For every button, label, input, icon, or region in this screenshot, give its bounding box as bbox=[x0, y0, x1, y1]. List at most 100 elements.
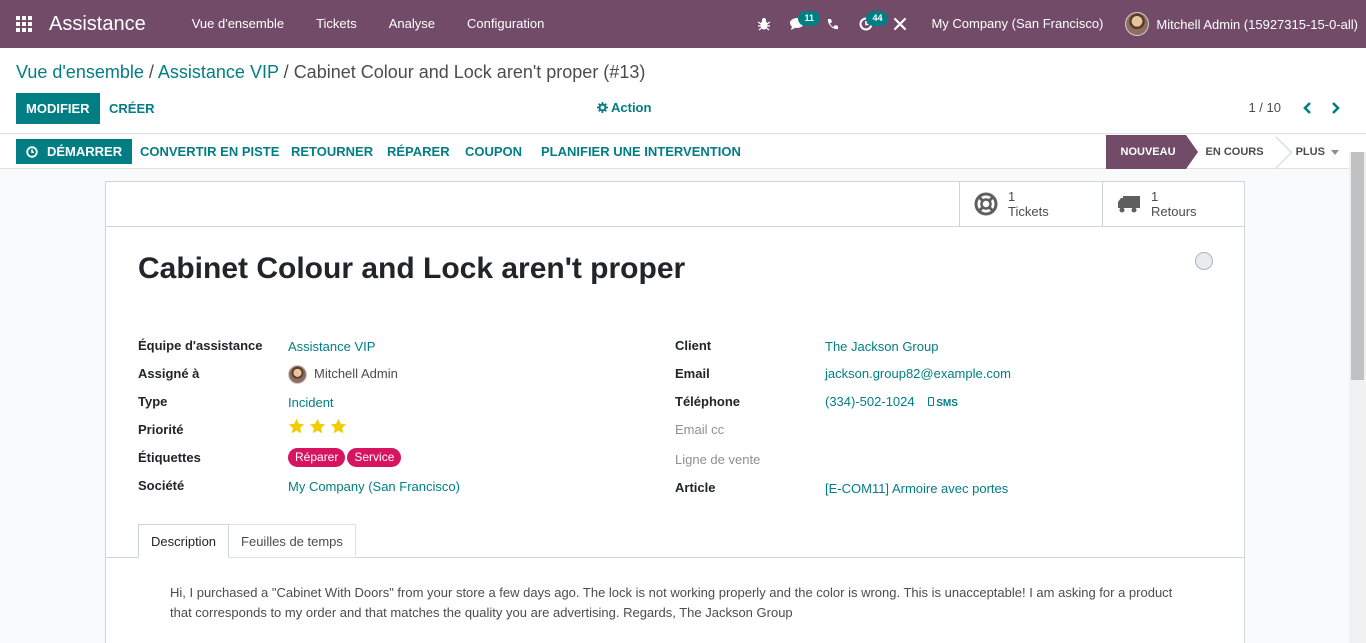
assignee-avatar bbox=[288, 365, 307, 384]
stage-more-dropdown[interactable]: PLUS bbox=[1274, 135, 1349, 169]
start-timer-button[interactable]: DÉMARRER bbox=[16, 139, 133, 164]
assigned-label: Assigné à bbox=[138, 366, 200, 381]
breadcrumb-separator: / bbox=[283, 62, 289, 82]
smart-button-box: 1 Tickets 1 Retours bbox=[106, 182, 1244, 227]
assigned-field[interactable]: Mitchell Admin bbox=[288, 365, 398, 384]
customer-field[interactable]: The Jackson Group bbox=[825, 339, 938, 354]
gear-icon bbox=[597, 102, 608, 113]
tab-timesheets[interactable]: Feuilles de temps bbox=[228, 524, 356, 558]
company-label: Société bbox=[138, 478, 185, 493]
breadcrumb-team[interactable]: Assistance VIP bbox=[158, 62, 279, 82]
tools-icon[interactable] bbox=[883, 0, 917, 48]
control-panel: Vue d'ensemble / Assistance VIP / Cabine… bbox=[0, 48, 1366, 134]
activity-menu[interactable]: 44 bbox=[849, 0, 889, 48]
tags-field[interactable]: Réparer Service bbox=[288, 448, 403, 467]
apps-menu-icon[interactable] bbox=[0, 0, 48, 48]
create-button[interactable]: CRÉER bbox=[99, 93, 165, 124]
email-label: Email bbox=[675, 366, 710, 381]
tab-description[interactable]: Description bbox=[138, 524, 230, 558]
customer-label: Client bbox=[675, 338, 712, 353]
page-scrollbar[interactable] bbox=[1349, 152, 1366, 643]
breadcrumb: Vue d'ensemble / Assistance VIP / Cabine… bbox=[16, 62, 645, 83]
priority-label: Priorité bbox=[138, 422, 184, 437]
start-timer-label: DÉMARRER bbox=[47, 144, 123, 159]
notebook-tabs: Description Feuilles de temps bbox=[138, 524, 356, 558]
user-menu[interactable]: Mitchell Admin (15927315-15-0-all) bbox=[1125, 12, 1366, 36]
stage-in-progress[interactable]: EN COURS bbox=[1186, 135, 1274, 169]
user-name: Mitchell Admin (15927315-15-0-all) bbox=[1156, 16, 1358, 32]
sms-label: SMS bbox=[936, 398, 958, 409]
company-field[interactable]: My Company (San Francisco) bbox=[288, 479, 460, 494]
plan-intervention-button[interactable]: PLANIFIER UNE INTERVENTION bbox=[541, 139, 741, 164]
pager-value[interactable]: 1 / 10 bbox=[1248, 100, 1281, 115]
menu-tickets[interactable]: Tickets bbox=[300, 0, 373, 48]
type-label: Type bbox=[138, 394, 168, 409]
tickets-smart-button[interactable]: 1 Tickets bbox=[959, 182, 1102, 226]
phone-icon[interactable] bbox=[815, 0, 849, 48]
priority-stars bbox=[288, 418, 347, 435]
top-menu: Vue d'ensemble Tickets Analyse Configura… bbox=[176, 0, 561, 48]
pager-previous-button[interactable] bbox=[1296, 95, 1320, 121]
return-button[interactable]: RETOURNER bbox=[291, 139, 373, 164]
tag-badge[interactable]: Réparer bbox=[288, 448, 346, 467]
ticket-title[interactable]: Cabinet Colour and Lock aren't proper bbox=[138, 252, 685, 286]
product-field[interactable]: [E-COM11] Armoire avec portes bbox=[825, 481, 1008, 496]
messaging-menu[interactable]: 11 bbox=[781, 0, 820, 48]
description-text[interactable]: Hi, I purchased a "Cabinet With Doors" f… bbox=[170, 583, 1180, 623]
star-icon[interactable] bbox=[309, 418, 326, 435]
tag-badge[interactable]: Service bbox=[347, 448, 402, 467]
stage-selector: NOUVEAU EN COURS PLUS bbox=[1105, 135, 1349, 169]
returns-label: Retours bbox=[1151, 204, 1197, 219]
returns-smart-button[interactable]: 1 Retours bbox=[1102, 182, 1245, 226]
phone-label: Téléphone bbox=[675, 394, 741, 409]
star-icon[interactable] bbox=[288, 418, 305, 435]
main-navbar: Assistance Vue d'ensemble Tickets Analys… bbox=[0, 0, 1366, 48]
truck-icon bbox=[1118, 196, 1140, 213]
chevron-right-icon bbox=[1332, 102, 1340, 114]
caret-down-icon bbox=[1331, 149, 1339, 155]
team-field[interactable]: Assistance VIP bbox=[288, 339, 375, 354]
action-menu[interactable]: Action bbox=[597, 100, 651, 115]
sale-line-label: Ligne de vente bbox=[675, 452, 761, 467]
product-label: Article bbox=[675, 480, 716, 495]
tickets-count: 1 bbox=[1008, 189, 1016, 204]
lifebuoy-icon bbox=[974, 192, 998, 216]
kanban-state-indicator[interactable] bbox=[1195, 252, 1213, 270]
type-field[interactable]: Incident bbox=[288, 395, 334, 410]
chevron-left-icon bbox=[1303, 102, 1311, 114]
menu-reporting[interactable]: Analyse bbox=[373, 0, 451, 48]
menu-overview[interactable]: Vue d'ensemble bbox=[176, 0, 300, 48]
scrollbar-thumb[interactable] bbox=[1351, 152, 1364, 380]
email-cc-label: Email cc bbox=[675, 422, 725, 437]
star-icon[interactable] bbox=[330, 418, 347, 435]
breadcrumb-current: Cabinet Colour and Lock aren't proper (#… bbox=[293, 62, 646, 82]
sms-button[interactable]: SMS bbox=[928, 397, 958, 409]
app-name[interactable]: Assistance bbox=[49, 13, 146, 36]
stage-more-label: PLUS bbox=[1295, 146, 1325, 158]
coupon-button[interactable]: COUPON bbox=[465, 139, 522, 164]
returns-count: 1 bbox=[1151, 189, 1159, 204]
repair-button[interactable]: RÉPARER bbox=[387, 139, 450, 164]
assignee-name: Mitchell Admin bbox=[314, 365, 398, 381]
debug-bug-icon[interactable] bbox=[747, 0, 781, 48]
breadcrumb-overview[interactable]: Vue d'ensemble bbox=[16, 62, 144, 82]
form-sheet: 1 Tickets 1 Retours Cabinet Colour and Loc… bbox=[105, 181, 1245, 643]
email-field[interactable]: jackson.group82@example.com bbox=[825, 366, 1011, 381]
menu-configuration[interactable]: Configuration bbox=[451, 0, 560, 48]
form-statusbar: DÉMARRER CONVERTIR EN PISTE RETOURNER RÉ… bbox=[0, 135, 1366, 169]
company-switcher[interactable]: My Company (San Francisco) bbox=[917, 0, 1125, 48]
convert-to-lead-button[interactable]: CONVERTIR EN PISTE bbox=[140, 139, 279, 164]
tags-label: Étiquettes bbox=[138, 450, 201, 465]
phone-field[interactable]: (334)-502-1024 SMS bbox=[825, 394, 958, 409]
breadcrumb-separator: / bbox=[148, 62, 154, 82]
action-label: Action bbox=[611, 100, 652, 115]
phone-value: (334)-502-1024 bbox=[825, 394, 915, 409]
tickets-label: Tickets bbox=[1008, 204, 1049, 219]
edit-button[interactable]: MODIFIER bbox=[16, 93, 100, 124]
team-label: Équipe d'assistance bbox=[138, 338, 263, 353]
clock-icon bbox=[26, 145, 38, 158]
mobile-icon bbox=[928, 397, 935, 406]
user-avatar bbox=[1125, 12, 1150, 36]
pager-next-button[interactable] bbox=[1323, 95, 1347, 121]
stage-new[interactable]: NOUVEAU bbox=[1105, 135, 1198, 169]
